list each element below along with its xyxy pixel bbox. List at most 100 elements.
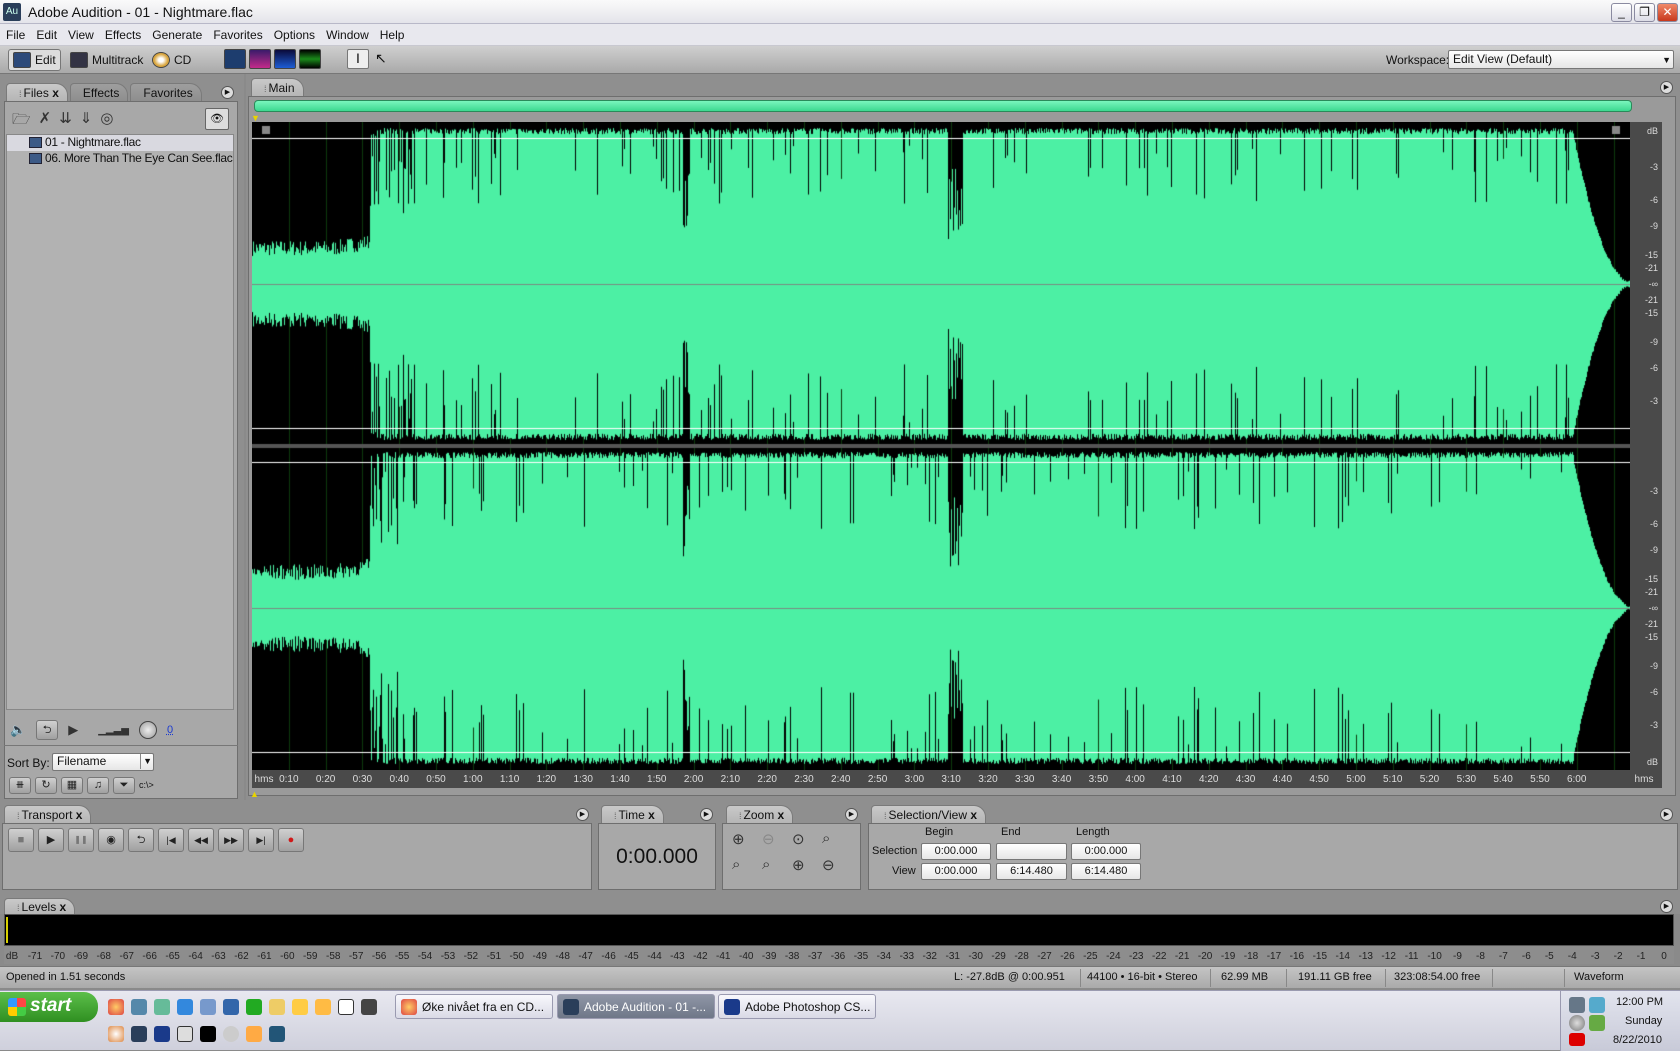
quicklaunch-icon[interactable] — [361, 999, 377, 1015]
filter-midi-icon[interactable]: ♫ — [87, 777, 109, 794]
selection-end-field[interactable] — [996, 843, 1067, 860]
open-file-icon[interactable]: 🗁 — [12, 109, 31, 134]
file-item[interactable]: 01 - Nightmare.flac — [7, 135, 233, 151]
view-end-field[interactable]: 6:14.480 — [996, 863, 1067, 880]
utorrent-icon[interactable] — [246, 999, 262, 1015]
time-ruler[interactable]: hms 0:10 0:20 0:30 0:40 0:50 1:00 1:10 1:20 1:30 1… — [252, 770, 1662, 788]
waveform-canvas[interactable] — [252, 122, 1630, 770]
panel-menu-icon[interactable]: ▶ — [1660, 900, 1673, 913]
firefox-icon[interactable] — [108, 999, 124, 1015]
notepad-icon[interactable] — [269, 999, 285, 1015]
wireless-icon[interactable] — [1589, 997, 1605, 1013]
photoshop-icon[interactable] — [154, 1026, 170, 1042]
tab-effects[interactable]: Effects — [69, 83, 129, 101]
speaker-icon[interactable]: 🔈 — [10, 722, 26, 738]
menu-window[interactable]: Window — [320, 24, 374, 42]
pause-button[interactable]: ❚❚ — [68, 828, 94, 852]
tab-files[interactable]: ⁞ Files x — [6, 83, 68, 101]
folder-icon[interactable] — [292, 999, 308, 1015]
panel-menu-icon[interactable]: ▶ — [700, 808, 713, 821]
eac-icon[interactable] — [223, 1026, 239, 1042]
go-to-beginning-button[interactable]: |◀ — [158, 828, 184, 852]
close-file-icon[interactable]: ✗ — [39, 109, 52, 134]
cd-view-button[interactable]: CD — [148, 49, 195, 71]
quicklaunch-icon[interactable] — [200, 999, 216, 1015]
zoom-out-full-icon[interactable]: ⊙ — [792, 830, 822, 848]
quicklaunch-icon[interactable] — [338, 999, 354, 1015]
zoom-out-vertical-icon[interactable]: ⊖ — [822, 856, 852, 874]
sort-by-select[interactable]: Filename ▼ — [52, 753, 154, 771]
quicklaunch-icon[interactable] — [246, 1026, 262, 1042]
menu-view[interactable]: View — [62, 24, 99, 42]
panel-menu-icon[interactable]: ▶ — [576, 808, 589, 821]
safely-remove-icon[interactable] — [1589, 1015, 1605, 1031]
workspace-select[interactable]: Edit View (Default) ▼ — [1448, 50, 1674, 69]
zoom-to-right-edge-icon[interactable]: ⌕ — [762, 856, 792, 874]
task-photoshop[interactable]: Adobe Photoshop CS... — [718, 994, 876, 1019]
insert-into-cd-icon[interactable]: ⇓ — [80, 109, 93, 134]
tab-selection-view[interactable]: ⁞ Selection/View x — [871, 805, 987, 823]
menu-options[interactable]: Options — [268, 24, 320, 42]
zoom-in-vertical-icon[interactable]: ⊕ — [792, 856, 822, 874]
loop-icon[interactable]: ⮌ — [36, 720, 59, 740]
tab-favorites[interactable]: Favorites — [130, 83, 202, 101]
filter-loop-icon[interactable]: ↻ — [35, 777, 57, 794]
waveform-display[interactable] — [252, 122, 1630, 770]
time-selection-tool-icon[interactable]: I — [347, 49, 369, 69]
panel-menu-icon[interactable]: ▶ — [221, 86, 234, 99]
minimize-button[interactable]: _ — [1611, 3, 1632, 22]
start-button[interactable]: start — [0, 992, 98, 1022]
play-cursor-marker-icon[interactable]: ▲ — [250, 789, 259, 799]
zoom-out-horizontal-icon[interactable]: ⊖ — [762, 830, 792, 848]
tab-zoom[interactable]: ⁞ Zoom x — [726, 805, 794, 823]
volume-knob[interactable] — [138, 721, 157, 739]
internet-explorer-icon[interactable] — [177, 999, 193, 1015]
full-path-icon[interactable]: c:\> — [139, 780, 154, 794]
close-tab-icon[interactable]: x — [970, 808, 977, 822]
zoom-to-selection-icon[interactable]: ⌕ — [822, 830, 852, 848]
close-tab-icon[interactable]: x — [52, 86, 59, 100]
play-preview-icon[interactable]: ▶ — [68, 722, 78, 738]
menu-edit[interactable]: Edit — [30, 24, 62, 42]
filter-video-icon[interactable]: ▦ — [61, 777, 83, 794]
menu-effects[interactable]: Effects — [99, 24, 146, 42]
rewind-button[interactable]: ◀◀ — [188, 828, 214, 852]
stop-button[interactable]: ■ — [8, 828, 34, 852]
close-tab-icon[interactable]: x — [76, 808, 83, 822]
ati-icon[interactable] — [1569, 1033, 1585, 1046]
audition-icon[interactable] — [131, 1026, 147, 1042]
restore-button[interactable]: ❐ — [1634, 3, 1655, 22]
close-button[interactable]: ✕ — [1657, 3, 1678, 22]
volume-value[interactable]: 0 — [167, 724, 173, 736]
menu-generate[interactable]: Generate — [146, 24, 207, 42]
play-button[interactable]: ▶ — [38, 828, 64, 852]
waveform-display-icon[interactable] — [224, 49, 246, 69]
filter-eye-icon[interactable]: ⏷ — [113, 777, 135, 794]
quicklaunch-icon[interactable] — [177, 1026, 193, 1042]
tab-transport[interactable]: ⁞ Transport x — [4, 805, 92, 823]
network-icon[interactable] — [1569, 997, 1585, 1013]
menu-favorites[interactable]: Favorites — [207, 24, 267, 42]
quicklaunch-icon[interactable] — [108, 1026, 124, 1042]
panel-menu-icon[interactable]: ▶ — [1660, 81, 1673, 94]
record-button[interactable]: ● — [278, 828, 304, 852]
filter-audio-icon[interactable]: ⧻ — [9, 777, 31, 794]
zoom-to-left-edge-icon[interactable]: ⌕ — [732, 856, 762, 874]
quicklaunch-icon[interactable] — [131, 999, 147, 1015]
spectral-frequency-icon[interactable] — [249, 49, 271, 69]
view-length-field[interactable]: 6:14.480 — [1071, 863, 1141, 880]
zoom-in-horizontal-icon[interactable]: ⊕ — [732, 830, 762, 848]
multitrack-view-button[interactable]: Multitrack — [66, 49, 147, 71]
volume-icon[interactable] — [1569, 1015, 1585, 1031]
overview-zoom-bar[interactable] — [254, 100, 1632, 112]
edit-view-button[interactable]: Edit — [8, 49, 61, 71]
tab-main[interactable]: ⁞ Main — [251, 78, 304, 96]
panel-menu-icon[interactable]: ▶ — [845, 808, 858, 821]
quicklaunch-icon[interactable] — [154, 999, 170, 1015]
tab-levels[interactable]: ⁞ Levels x — [4, 898, 76, 914]
menu-file[interactable]: File — [0, 24, 30, 42]
loop-button[interactable]: ⮌ — [128, 828, 154, 852]
panel-menu-icon[interactable]: ▶ — [1660, 808, 1673, 821]
fast-forward-button[interactable]: ▶▶ — [218, 828, 244, 852]
clock-time[interactable]: 12:00 PM — [1616, 996, 1663, 1008]
